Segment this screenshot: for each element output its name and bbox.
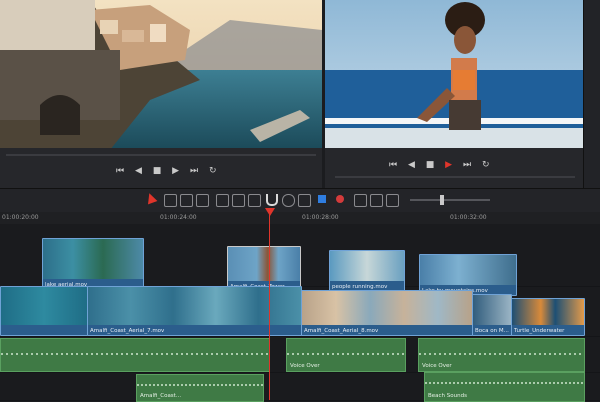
play-icon[interactable]: ▶ — [445, 160, 452, 170]
source-transport-controls: ⏮ ◀ ■ ▶ ⏭ ↻ — [112, 166, 221, 176]
video-clip[interactable] — [0, 286, 88, 336]
loop-icon[interactable]: ↻ — [482, 160, 490, 170]
audio-clip[interactable]: Voice Over — [286, 338, 406, 372]
edit-toolbar — [0, 188, 600, 214]
audio-clip[interactable]: Beach Sounds — [424, 372, 585, 402]
clip-thumbnails — [330, 251, 404, 281]
clip-thumbnails — [228, 247, 300, 281]
position-lock-icon[interactable] — [298, 194, 311, 207]
clip-label: Boca on M... — [475, 328, 509, 334]
ruler-tick-label: 01:00:24:00 — [160, 214, 197, 221]
playhead-handle[interactable] — [265, 208, 275, 216]
clip-thumbnails — [1, 287, 87, 325]
loop-icon[interactable]: ↻ — [209, 166, 217, 176]
selection-tool-icon[interactable] — [144, 191, 158, 205]
zoom-slider-knob[interactable] — [440, 195, 444, 205]
zoom-detail-icon[interactable] — [370, 194, 383, 207]
audio-waveform — [419, 353, 584, 355]
clip-label: Voice Over — [422, 363, 452, 369]
snapping-icon[interactable] — [266, 194, 278, 206]
program-transport-bar: ⏮ ◀ ■ ▶ ⏭ ↻ — [325, 148, 583, 188]
video-clip[interactable]: lake aerial.mov — [42, 238, 144, 290]
dynamic-trim-icon[interactable] — [180, 194, 193, 207]
insert-clip-icon[interactable] — [216, 194, 229, 207]
clip-label: Amalfi_Coast_Aerial_8.mov — [304, 328, 379, 334]
ruler-tick-label: 01:00:28:00 — [302, 214, 339, 221]
clip-thumbnails — [473, 295, 511, 325]
prev-frame-icon[interactable]: ◀ — [408, 160, 415, 170]
audio-clip[interactable]: Voice Over — [418, 338, 585, 372]
zoom-custom-icon[interactable] — [386, 194, 399, 207]
skip-forward-icon[interactable]: ⏭ — [463, 160, 471, 170]
current-timecode: 01:00:20:00 — [2, 214, 39, 221]
replace-clip-icon[interactable] — [248, 194, 261, 207]
audio-waveform — [287, 353, 405, 355]
link-clips-icon[interactable] — [282, 194, 295, 207]
video-clip[interactable]: Boca on M... — [472, 294, 512, 336]
audio-waveform — [137, 384, 263, 386]
source-scrubber[interactable] — [6, 154, 316, 156]
audio-clip[interactable] — [0, 338, 270, 372]
clip-thumbnails — [512, 299, 584, 325]
clip-label: Turtle_Underwater — [514, 328, 565, 334]
video-clip[interactable]: Amalfi_Coast_Aerial_8.mov — [301, 290, 473, 336]
zoom-slider[interactable] — [410, 199, 490, 201]
zoom-fit-icon[interactable] — [354, 194, 367, 207]
play-icon[interactable]: ▶ — [172, 166, 179, 176]
flag-icon[interactable] — [318, 195, 326, 203]
video-clip[interactable]: people running.mov — [329, 250, 405, 292]
source-viewer-image — [0, 0, 322, 148]
skip-forward-icon[interactable]: ⏭ — [190, 166, 198, 176]
stop-icon[interactable]: ■ — [426, 160, 435, 170]
clip-label: Voice Over — [290, 363, 320, 369]
skip-back-icon[interactable]: ⏮ — [116, 166, 124, 176]
timeline-ruler[interactable]: 01:00:20:00 01:00:24:00 01:00:28:00 01:0… — [0, 212, 600, 224]
clip-label: Beach Sounds — [428, 393, 467, 399]
clip-label: Amalfi_Coast... — [140, 393, 182, 399]
overwrite-clip-icon[interactable] — [232, 194, 245, 207]
skip-back-icon[interactable]: ⏮ — [389, 160, 397, 170]
audio-waveform — [1, 353, 269, 355]
audio-clip[interactable]: Amalfi_Coast... — [136, 374, 264, 402]
timeline-tracks[interactable]: lake aerial.mov Amalfi_Coast_Tower peopl… — [0, 224, 600, 402]
source-viewer[interactable] — [0, 0, 322, 148]
playhead-line[interactable] — [269, 208, 270, 400]
program-viewer-image — [325, 0, 583, 148]
clip-thumbnails — [420, 255, 516, 285]
clip-label: Amalfi_Coast_Aerial_7.mov — [90, 328, 165, 334]
ruler-tick-label: 01:00:32:00 — [450, 214, 487, 221]
clip-thumbnails — [302, 291, 472, 325]
program-scrubber[interactable] — [335, 176, 575, 178]
clip-thumbnails — [43, 239, 143, 279]
stop-icon[interactable]: ■ — [153, 166, 162, 176]
program-viewer[interactable] — [325, 0, 583, 148]
source-transport-bar: ⏮ ◀ ■ ▶ ⏭ ↻ — [0, 148, 322, 188]
program-transport-controls: ⏮ ◀ ■ ▶ ⏭ ↻ — [385, 160, 494, 170]
video-clip[interactable]: Turtle_Underwater — [511, 298, 585, 336]
trim-tool-icon[interactable] — [164, 194, 177, 207]
marker-icon[interactable] — [336, 195, 344, 203]
prev-frame-icon[interactable]: ◀ — [135, 166, 142, 176]
blade-tool-icon[interactable] — [196, 194, 209, 207]
audio-waveform — [425, 382, 584, 384]
